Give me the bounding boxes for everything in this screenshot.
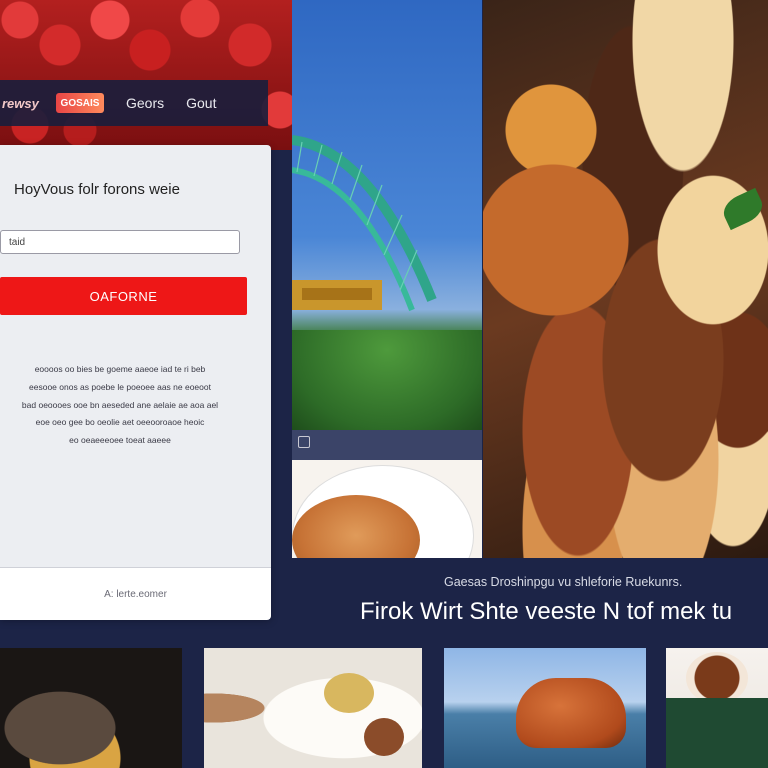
person-graphic [666,698,768,768]
basil-leaf-graphic [718,187,768,231]
body-line: eesooe onos as poebe le poeoee aas ne eo… [29,381,211,392]
email-field[interactable] [0,230,240,254]
site-logo[interactable]: rewsy [2,96,50,111]
hill-graphic [292,330,482,430]
card-body-text: eoooos oo bies be goeme aaeoe iad te ri … [0,361,240,450]
soup-photo[interactable] [292,460,482,558]
photo-caption-bar [292,430,482,460]
bridge-photo[interactable] [292,0,482,430]
food-platter-photo[interactable] [483,0,768,558]
top-navbar: rewsy GOSAIS Geors Gout [0,80,268,126]
thumbnail-coffee[interactable] [666,648,768,768]
submit-button[interactable]: OAFORNE [0,277,247,315]
coffee-cup-graphic [686,652,748,704]
card-title: HoyVous folr forons weie [14,181,180,198]
banner-kicker: Gaesas Droshinpgu vu shleforie Ruekunrs. [444,575,683,589]
promo-banner: Gaesas Droshinpgu vu shleforie Ruekunrs.… [292,558,768,640]
body-line: eo oeaeeeoee toeat aaeee [69,435,171,446]
footer-link[interactable]: A: lerte.eomer [104,589,167,600]
thumbnail-seaside[interactable] [444,648,646,768]
vehicle-graphic [516,678,626,748]
nav-item-gout[interactable]: Gout [186,95,216,111]
body-line: eoe oeo gee bo oeolie aet oeeooroaoe heo… [35,417,205,428]
dish-graphic [364,718,404,756]
thumbnail-plate[interactable] [204,648,422,768]
bridge-arch-graphic [292,135,437,312]
thumbnail-stew[interactable] [0,648,182,768]
signup-card: HoyVous folr forons weie OAFORNE eoooos … [0,145,271,620]
nav-item-geors[interactable]: Geors [126,95,164,111]
card-footer: A: lerte.eomer [0,567,271,620]
banner-title[interactable]: Firok Wirt Shte veeste N tof mek tu [360,598,732,626]
dish-graphic [324,673,374,713]
body-line: bad oeoooes ooe bn aeseded ane aelaie ae… [21,399,219,410]
nav-badge[interactable]: GOSAIS [56,93,104,113]
strawberry-hero-image [0,0,292,150]
body-line: eoooos oo bies be goeme aaeoe iad te ri … [34,364,206,374]
camera-icon [298,436,310,448]
